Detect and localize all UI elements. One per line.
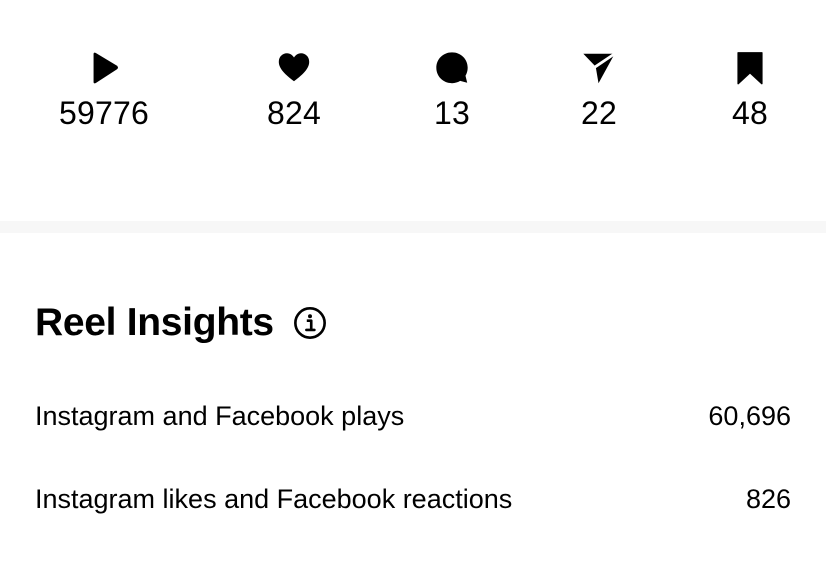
- metric-row-reactions: Instagram likes and Facebook reactions 8…: [35, 482, 791, 516]
- metric-value: 826: [745, 484, 791, 514]
- metric-label: Instagram likes and Facebook reactions: [35, 484, 513, 514]
- metric-value: 60,696: [708, 401, 791, 431]
- engagement-stats: 59776 824 13 22 48: [0, 0, 826, 220]
- likes-count: 824: [267, 95, 321, 131]
- section-divider: [0, 221, 826, 233]
- info-icon[interactable]: [292, 305, 328, 341]
- section-title: Reel Insights: [35, 301, 274, 344]
- shares-count: 22: [581, 95, 617, 131]
- saves-count: 48: [732, 95, 768, 131]
- comment-icon: [432, 48, 472, 88]
- bookmark-icon: [730, 48, 770, 88]
- likes-stat[interactable]: 824: [224, 48, 364, 132]
- insights-header: Reel Insights: [35, 299, 328, 347]
- comments-stat[interactable]: 13: [382, 48, 522, 132]
- play-icon: [84, 48, 124, 88]
- plays-count: 59776: [59, 95, 149, 131]
- saves-stat[interactable]: 48: [680, 48, 820, 132]
- heart-icon: [274, 48, 314, 88]
- shares-stat[interactable]: 22: [529, 48, 669, 132]
- share-icon: [579, 48, 619, 88]
- reel-insights-section: Reel Insights Instagram and Facebook pla…: [0, 233, 826, 588]
- metric-row-plays: Instagram and Facebook plays 60,696: [35, 399, 791, 433]
- plays-stat[interactable]: 59776: [34, 48, 174, 132]
- comments-count: 13: [434, 95, 470, 131]
- metric-label: Instagram and Facebook plays: [35, 401, 405, 431]
